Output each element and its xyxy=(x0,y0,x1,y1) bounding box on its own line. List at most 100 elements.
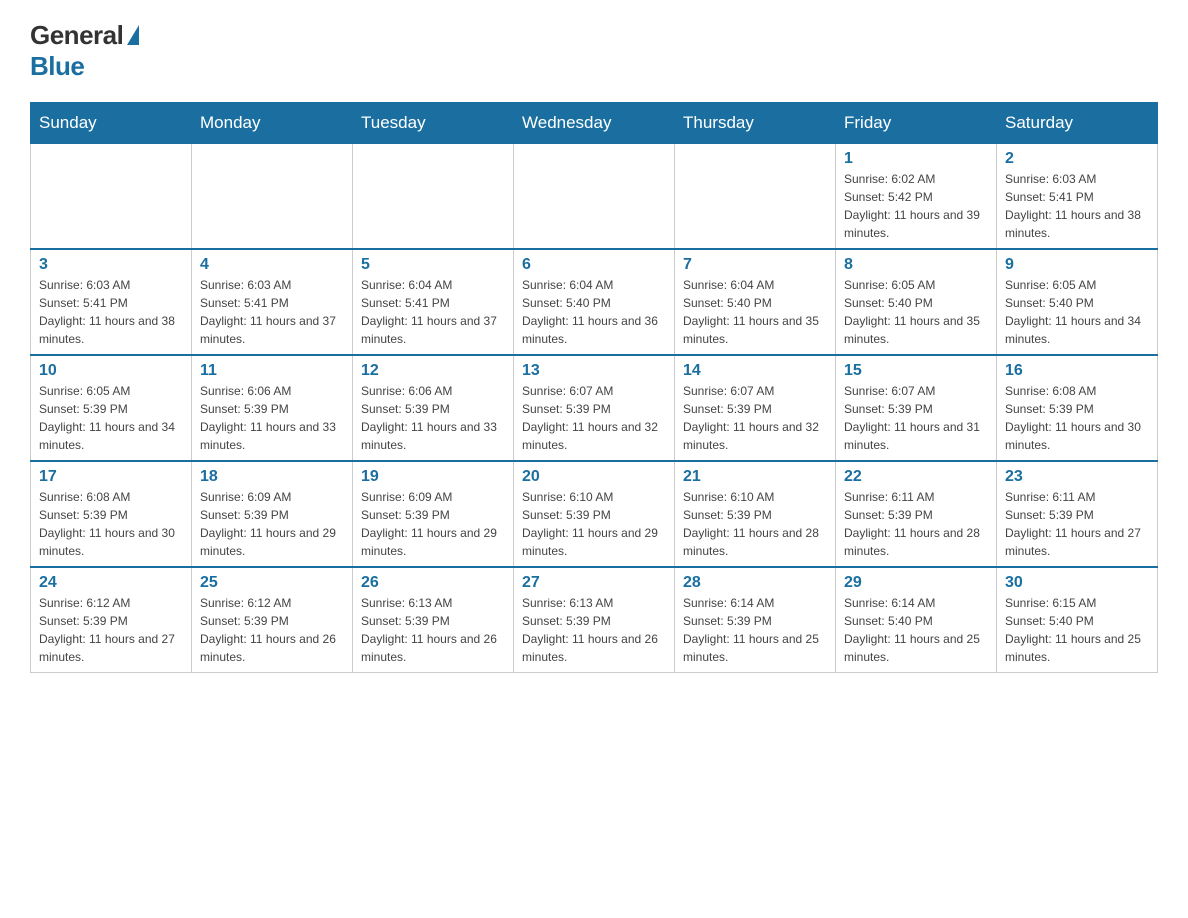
day-info: Sunrise: 6:14 AMSunset: 5:39 PMDaylight:… xyxy=(683,594,827,666)
table-row: 2Sunrise: 6:03 AMSunset: 5:41 PMDaylight… xyxy=(997,144,1158,250)
logo-blue-text: Blue xyxy=(30,51,84,82)
day-number: 15 xyxy=(844,362,988,380)
day-info: Sunrise: 6:11 AMSunset: 5:39 PMDaylight:… xyxy=(1005,488,1149,560)
table-row: 6Sunrise: 6:04 AMSunset: 5:40 PMDaylight… xyxy=(514,249,675,355)
day-info: Sunrise: 6:05 AMSunset: 5:40 PMDaylight:… xyxy=(1005,276,1149,348)
day-number: 24 xyxy=(39,574,183,592)
logo-triangle-icon xyxy=(127,25,139,45)
header-friday: Friday xyxy=(836,103,997,144)
day-info: Sunrise: 6:06 AMSunset: 5:39 PMDaylight:… xyxy=(200,382,344,454)
table-row xyxy=(31,144,192,250)
table-row: 1 Sunrise: 6:02 AMSunset: 5:42 PMDaylight… xyxy=(836,144,997,250)
week-row-1: 1 Sunrise: 6:02 AMSunset: 5:42 PMDaylight… xyxy=(31,144,1158,250)
table-row: 4 Sunrise: 6:03 AMSunset: 5:41 PMDaylight… xyxy=(192,249,353,355)
page-header: General Blue xyxy=(30,20,1158,82)
day-number: 20 xyxy=(522,468,666,486)
table-row xyxy=(192,144,353,250)
day-number: 2 xyxy=(1005,150,1149,168)
day-number: 17 xyxy=(39,468,183,486)
calendar-header-row: SundayMondayTuesdayWednesdayThursdayFrid… xyxy=(31,103,1158,144)
table-row: 14Sunrise: 6:07 AMSunset: 5:39 PMDayligh… xyxy=(675,355,836,461)
logo-general-text: General xyxy=(30,20,123,51)
table-row: 11 Sunrise: 6:06 AMSunset: 5:39 PMDayligh… xyxy=(192,355,353,461)
day-number: 4 xyxy=(200,256,344,274)
day-info: Sunrise: 6:14 AMSunset: 5:40 PMDaylight:… xyxy=(844,594,988,666)
header-saturday: Saturday xyxy=(997,103,1158,144)
day-number: 30 xyxy=(1005,574,1149,592)
day-info: Sunrise: 6:10 AMSunset: 5:39 PMDaylight:… xyxy=(522,488,666,560)
day-number: 21 xyxy=(683,468,827,486)
day-number: 22 xyxy=(844,468,988,486)
day-number: 12 xyxy=(361,362,505,380)
day-number: 8 xyxy=(844,256,988,274)
day-number: 27 xyxy=(522,574,666,592)
week-row-3: 10 Sunrise: 6:05 AMSunset: 5:39 PMDayligh… xyxy=(31,355,1158,461)
table-row: 30 Sunrise: 6:15 AMSunset: 5:40 PMDayligh… xyxy=(997,567,1158,673)
day-number: 3 xyxy=(39,256,183,274)
table-row: 26Sunrise: 6:13 AMSunset: 5:39 PMDayligh… xyxy=(353,567,514,673)
week-row-5: 24 Sunrise: 6:12 AMSunset: 5:39 PMDayligh… xyxy=(31,567,1158,673)
table-row: 24 Sunrise: 6:12 AMSunset: 5:39 PMDayligh… xyxy=(31,567,192,673)
day-info: Sunrise: 6:12 AMSunset: 5:39 PMDaylight:… xyxy=(39,594,183,666)
day-info: Sunrise: 6:15 AMSunset: 5:40 PMDaylight:… xyxy=(1005,594,1149,666)
header-wednesday: Wednesday xyxy=(514,103,675,144)
day-number: 9 xyxy=(1005,256,1149,274)
day-number: 29 xyxy=(844,574,988,592)
header-monday: Monday xyxy=(192,103,353,144)
day-info: Sunrise: 6:04 AMSunset: 5:40 PMDaylight:… xyxy=(522,276,666,348)
day-number: 23 xyxy=(1005,468,1149,486)
day-number: 11 xyxy=(200,362,344,380)
day-info: Sunrise: 6:08 AMSunset: 5:39 PMDaylight:… xyxy=(39,488,183,560)
table-row: 12 Sunrise: 6:06 AMSunset: 5:39 PMDayligh… xyxy=(353,355,514,461)
table-row: 22 Sunrise: 6:11 AMSunset: 5:39 PMDayligh… xyxy=(836,461,997,567)
table-row: 15 Sunrise: 6:07 AMSunset: 5:39 PMDayligh… xyxy=(836,355,997,461)
table-row xyxy=(514,144,675,250)
day-info: Sunrise: 6:09 AMSunset: 5:39 PMDaylight:… xyxy=(200,488,344,560)
day-number: 1 xyxy=(844,150,988,168)
header-sunday: Sunday xyxy=(31,103,192,144)
day-info: Sunrise: 6:08 AMSunset: 5:39 PMDaylight:… xyxy=(1005,382,1149,454)
table-row xyxy=(353,144,514,250)
header-thursday: Thursday xyxy=(675,103,836,144)
table-row: 10 Sunrise: 6:05 AMSunset: 5:39 PMDayligh… xyxy=(31,355,192,461)
day-number: 16 xyxy=(1005,362,1149,380)
day-info: Sunrise: 6:07 AMSunset: 5:39 PMDaylight:… xyxy=(844,382,988,454)
day-number: 18 xyxy=(200,468,344,486)
day-info: Sunrise: 6:02 AMSunset: 5:42 PMDaylight:… xyxy=(844,170,988,242)
day-info: Sunrise: 6:12 AMSunset: 5:39 PMDaylight:… xyxy=(200,594,344,666)
table-row: 20 Sunrise: 6:10 AMSunset: 5:39 PMDayligh… xyxy=(514,461,675,567)
day-number: 7 xyxy=(683,256,827,274)
table-row: 8Sunrise: 6:05 AMSunset: 5:40 PMDaylight… xyxy=(836,249,997,355)
day-number: 10 xyxy=(39,362,183,380)
day-number: 28 xyxy=(683,574,827,592)
day-number: 25 xyxy=(200,574,344,592)
day-info: Sunrise: 6:11 AMSunset: 5:39 PMDaylight:… xyxy=(844,488,988,560)
day-info: Sunrise: 6:05 AMSunset: 5:39 PMDaylight:… xyxy=(39,382,183,454)
table-row: 16 Sunrise: 6:08 AMSunset: 5:39 PMDayligh… xyxy=(997,355,1158,461)
day-number: 13 xyxy=(522,362,666,380)
day-number: 19 xyxy=(361,468,505,486)
logo: General Blue xyxy=(30,20,139,82)
table-row: 13 Sunrise: 6:07 AMSunset: 5:39 PMDayligh… xyxy=(514,355,675,461)
table-row: 27 Sunrise: 6:13 AMSunset: 5:39 PMDayligh… xyxy=(514,567,675,673)
day-info: Sunrise: 6:10 AMSunset: 5:39 PMDaylight:… xyxy=(683,488,827,560)
day-info: Sunrise: 6:13 AMSunset: 5:39 PMDaylight:… xyxy=(522,594,666,666)
day-info: Sunrise: 6:07 AMSunset: 5:39 PMDaylight:… xyxy=(522,382,666,454)
table-row: 5Sunrise: 6:04 AMSunset: 5:41 PMDaylight… xyxy=(353,249,514,355)
day-info: Sunrise: 6:03 AMSunset: 5:41 PMDaylight:… xyxy=(200,276,344,348)
table-row: 28 Sunrise: 6:14 AMSunset: 5:39 PMDayligh… xyxy=(675,567,836,673)
week-row-2: 3 Sunrise: 6:03 AMSunset: 5:41 PMDaylight… xyxy=(31,249,1158,355)
day-info: Sunrise: 6:06 AMSunset: 5:39 PMDaylight:… xyxy=(361,382,505,454)
day-info: Sunrise: 6:13 AMSunset: 5:39 PMDaylight:… xyxy=(361,594,505,666)
table-row: 9 Sunrise: 6:05 AMSunset: 5:40 PMDaylight… xyxy=(997,249,1158,355)
table-row: 17 Sunrise: 6:08 AMSunset: 5:39 PMDayligh… xyxy=(31,461,192,567)
day-info: Sunrise: 6:09 AMSunset: 5:39 PMDaylight:… xyxy=(361,488,505,560)
table-row: 23 Sunrise: 6:11 AMSunset: 5:39 PMDayligh… xyxy=(997,461,1158,567)
day-info: Sunrise: 6:03 AMSunset: 5:41 PMDaylight:… xyxy=(39,276,183,348)
day-info: Sunrise: 6:04 AMSunset: 5:40 PMDaylight:… xyxy=(683,276,827,348)
table-row: 19 Sunrise: 6:09 AMSunset: 5:39 PMDayligh… xyxy=(353,461,514,567)
calendar-table: SundayMondayTuesdayWednesdayThursdayFrid… xyxy=(30,102,1158,673)
table-row: 25 Sunrise: 6:12 AMSunset: 5:39 PMDayligh… xyxy=(192,567,353,673)
table-row: 21 Sunrise: 6:10 AMSunset: 5:39 PMDayligh… xyxy=(675,461,836,567)
header-tuesday: Tuesday xyxy=(353,103,514,144)
